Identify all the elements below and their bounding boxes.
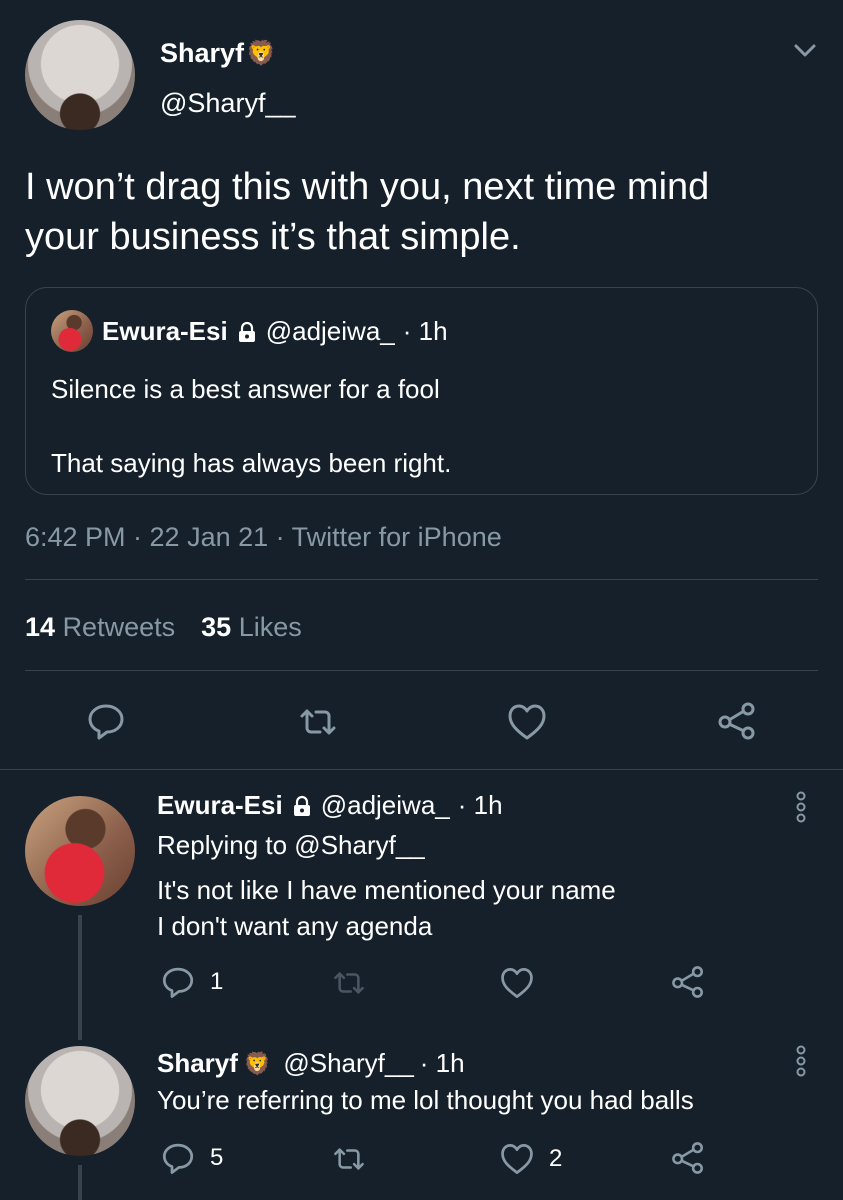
- author-name: Sharyf: [160, 38, 245, 68]
- quoted-text-line: Silence is a best answer for a fool: [51, 374, 440, 404]
- replying-to[interactable]: Replying to @Sharyf__: [157, 830, 425, 861]
- retweets-stat[interactable]: 14 Retweets: [25, 612, 175, 643]
- tweet-meta: 6:42 PM · 22 Jan 21 · Twitter for iPhone: [25, 522, 502, 552]
- reply-icon: [160, 1140, 196, 1176]
- reply-count: 5: [210, 1144, 224, 1171]
- reply-icon[interactable]: [85, 700, 127, 742]
- divider: [25, 579, 818, 580]
- lion-emoji-icon: 🦁: [243, 1050, 272, 1076]
- like-icon: [499, 1142, 535, 1176]
- reply-author-name[interactable]: Sharyf: [157, 1048, 238, 1079]
- avatar[interactable]: [25, 1046, 135, 1156]
- author-handle[interactable]: @Sharyf__: [160, 88, 295, 119]
- avatar: [51, 310, 93, 352]
- share-icon[interactable]: [716, 700, 758, 742]
- likes-count: 35: [201, 612, 232, 642]
- tweet-text-line: your business it’s that simple.: [25, 216, 521, 258]
- retweets-count: 14: [25, 612, 56, 642]
- reply-header: Ewura-Esi @adjeiwa_ · 1h: [157, 790, 503, 821]
- more-options-icon[interactable]: [790, 790, 812, 824]
- reply-text-line: You’re referring to me lol thought you h…: [157, 1085, 694, 1115]
- divider: [25, 670, 818, 671]
- retweet-icon[interactable]: [296, 702, 340, 742]
- quoted-time: · 1h: [402, 316, 448, 346]
- tweet-text: I won’t drag this with you, next time mi…: [25, 162, 825, 262]
- retweet-icon: [330, 966, 368, 1000]
- likes-stat[interactable]: 35 Likes: [201, 612, 302, 643]
- reply-text: It's not like I have mentioned your name…: [157, 872, 616, 944]
- likes-label: Likes: [238, 612, 302, 642]
- chevron-down-icon[interactable]: [790, 36, 820, 66]
- like-icon[interactable]: [499, 966, 535, 1000]
- reply-author-handle[interactable]: @adjeiwa_: [321, 790, 450, 821]
- author-name-row[interactable]: Sharyf 🦁: [160, 38, 276, 69]
- divider: [0, 769, 843, 770]
- lion-emoji-icon: 🦁: [246, 40, 276, 67]
- share-icon[interactable]: [670, 1140, 706, 1176]
- thread-line: [78, 1165, 82, 1200]
- reply-time: · 1h: [419, 1048, 465, 1078]
- avatar[interactable]: [25, 796, 135, 906]
- reply-action[interactable]: 1: [160, 964, 223, 1000]
- reply-icon: [160, 964, 196, 1000]
- reply-action[interactable]: 5: [160, 1140, 223, 1176]
- reply-author-name[interactable]: Ewura-Esi: [157, 790, 283, 821]
- avatar[interactable]: [25, 20, 135, 130]
- like-count: 2: [549, 1145, 563, 1172]
- retweet-icon[interactable]: [330, 1142, 368, 1176]
- engagement-stats: 14 Retweets 35 Likes: [25, 612, 302, 643]
- thread-line: [78, 915, 82, 1040]
- like-icon[interactable]: [506, 702, 548, 742]
- lock-icon: [291, 795, 313, 817]
- reply-text-line: It's not like I have mentioned your name: [157, 875, 616, 905]
- quoted-text-line: That saying has always been right.: [51, 448, 452, 478]
- lock-icon: [236, 321, 258, 343]
- reply-author-handle[interactable]: @Sharyf__: [283, 1048, 413, 1079]
- reply-text-line: I don't want any agenda: [157, 911, 433, 941]
- quoted-author-handle: @adjeiwa_: [265, 316, 395, 346]
- quoted-header: Ewura-Esi @adjeiwa_ · 1h: [102, 316, 448, 347]
- more-options-icon[interactable]: [790, 1044, 812, 1078]
- quoted-tweet[interactable]: Ewura-Esi @adjeiwa_ · 1h Silence is a be…: [25, 287, 818, 495]
- like-action[interactable]: 2: [499, 1142, 562, 1176]
- tweet-text-line: I won’t drag this with you, next time mi…: [25, 166, 710, 208]
- quoted-author-name: Ewura-Esi: [102, 316, 228, 346]
- share-icon[interactable]: [670, 964, 706, 1000]
- reply-count: 1: [210, 968, 224, 995]
- reply-header: Sharyf 🦁 @Sharyf__ · 1h: [157, 1048, 465, 1079]
- reply-time: · 1h: [457, 790, 503, 820]
- retweets-label: Retweets: [62, 612, 176, 642]
